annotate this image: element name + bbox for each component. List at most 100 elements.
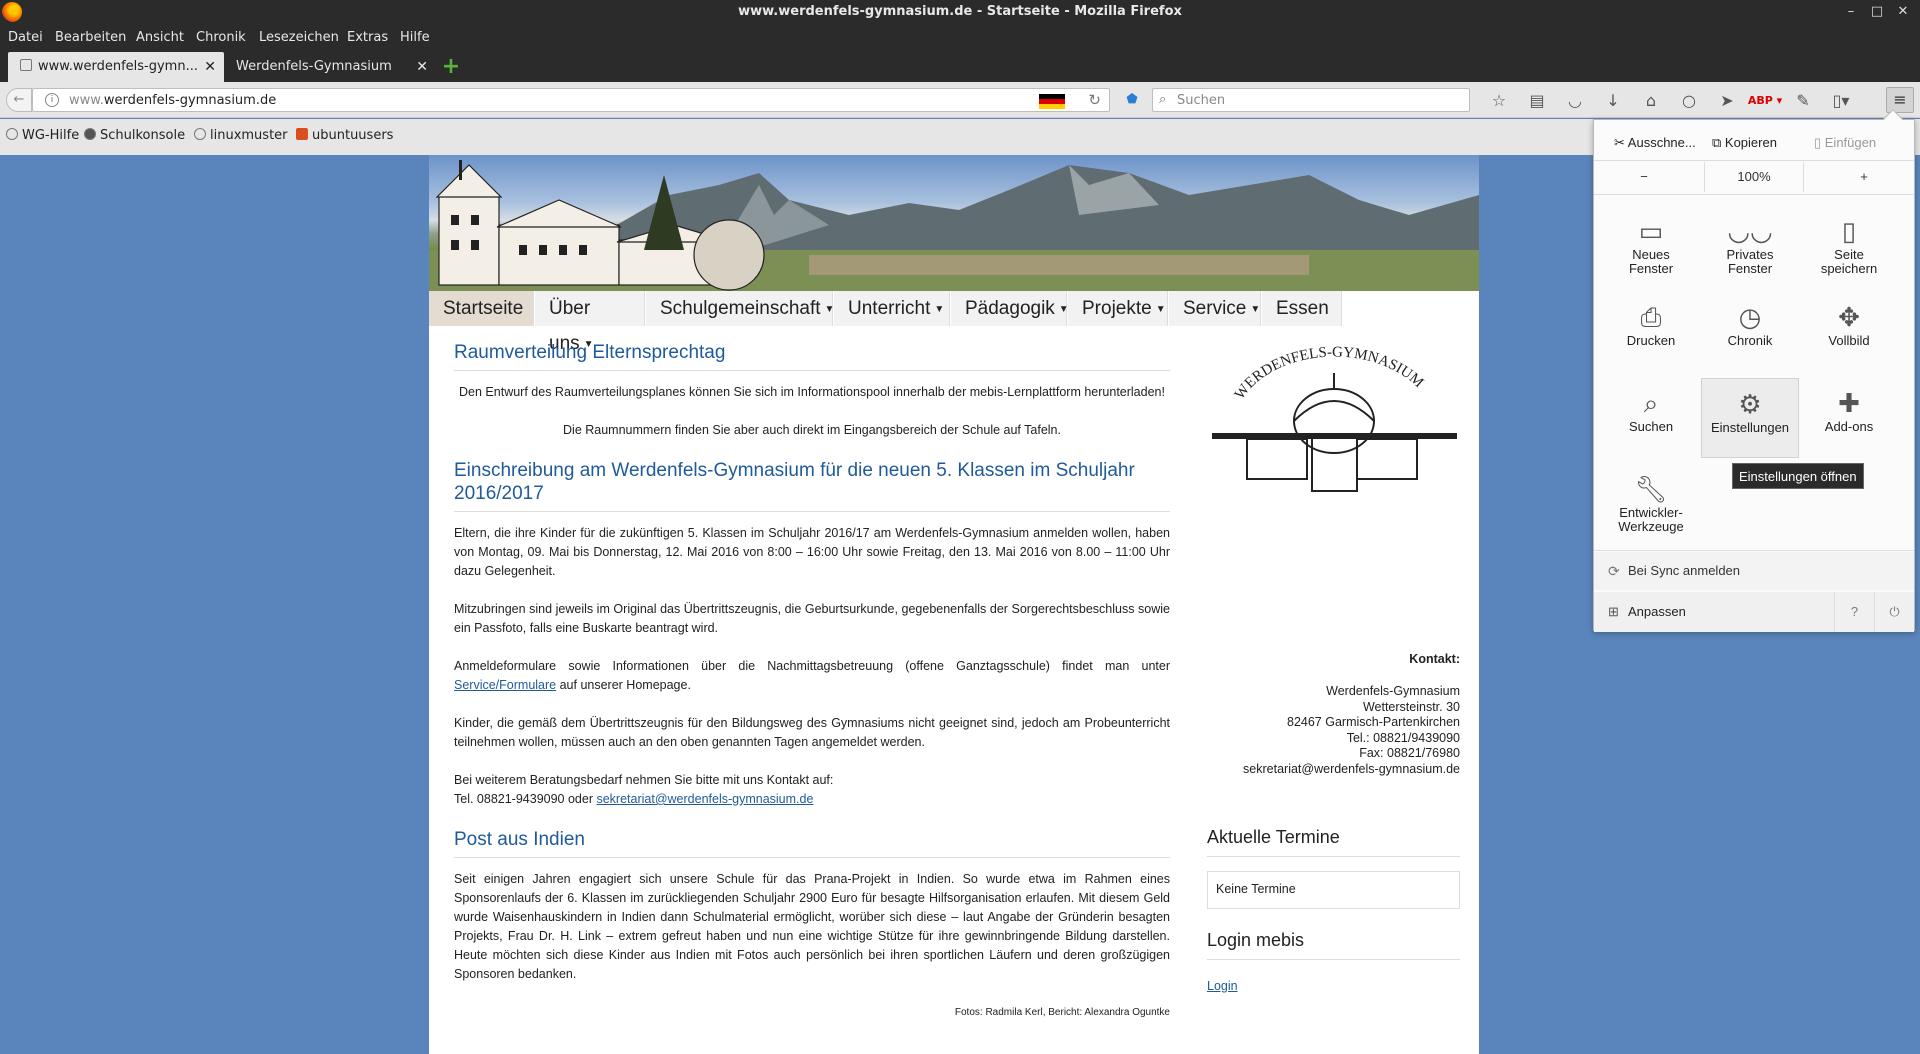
developer-tools-button[interactable]: 🔧︎ Entwickler- Werkzeuge — [1602, 464, 1700, 544]
caret-down-icon: ▼ — [1250, 304, 1261, 315]
preferences-button[interactable]: ⚙ Einstellungen — [1701, 378, 1799, 458]
tab-bar: www.werdenfels-gymn... ✕ Werdenfels-Gymn… — [0, 52, 1920, 82]
nav-service[interactable]: Service ▼ — [1169, 291, 1261, 326]
sync-icon: ⟳ — [1608, 563, 1620, 579]
tab-favicon-icon — [20, 59, 32, 71]
sync-signin-button[interactable]: ⟳ Bei Sync anmelden — [1594, 552, 1914, 590]
bookmark-wg-hilfe[interactable]: WG-Hilfe — [6, 128, 79, 143]
login-link[interactable]: Login — [1207, 979, 1238, 993]
termine-heading: Aktuelle Termine — [1207, 827, 1460, 857]
bookmark-schulkonsole[interactable]: Schulkonsole — [84, 128, 185, 143]
pocket-icon[interactable]: ◡ — [1556, 90, 1594, 112]
clipboard-icon[interactable]: ▯▾ — [1822, 90, 1860, 112]
minimize-button[interactable]: – — [1840, 2, 1862, 22]
menu-datei[interactable]: Datei — [8, 30, 43, 45]
window-titlebar: www.werdenfels-gymnasium.de - Startseite… — [0, 0, 1920, 24]
puzzle-icon: ✚ — [1838, 388, 1860, 418]
star-bookmark-icon[interactable]: ☆ — [1480, 90, 1518, 112]
nav-essen[interactable]: Essen — [1262, 291, 1342, 326]
gear-icon: ⚙ — [1738, 389, 1762, 419]
bookmark-ubuntuusers[interactable]: ubuntuusers — [296, 128, 393, 143]
close-window-button[interactable]: ✕ — [1892, 2, 1914, 22]
reading-list-icon[interactable]: ▤ — [1518, 90, 1556, 112]
find-button[interactable]: ⌕ Suchen — [1602, 378, 1700, 458]
sekretariat-email-link[interactable]: sekretariat@werdenfels-gymnasium.de — [596, 792, 813, 806]
cut-button[interactable]: ✂ Ausschne... — [1614, 128, 1696, 158]
article-title[interactable]: Post aus Indien — [454, 828, 1170, 858]
fullscreen-button[interactable]: ✥ Vollbild — [1800, 292, 1898, 372]
tab-werdenfels-gymnasium[interactable]: Werdenfels-Gymnasium ✕ — [224, 52, 436, 82]
service-formulare-link[interactable]: Service/Formulare — [454, 678, 556, 692]
save-page-button[interactable]: ▯ Seite speichern — [1800, 206, 1898, 286]
history-button[interactable]: ◷ Chronik — [1701, 292, 1799, 372]
menu-ansicht[interactable]: Ansicht — [136, 30, 184, 45]
navigation-toolbar: ← i www.werdenfels-gymnasium.de ↻ ⬟ ⌕ Su… — [0, 82, 1920, 118]
caret-down-icon: ▼ — [934, 304, 945, 315]
close-tab-icon[interactable]: ✕ — [204, 52, 216, 82]
copy-button[interactable]: ⧉ Kopieren — [1712, 128, 1777, 158]
chat-bubble-icon[interactable]: ○ — [1670, 90, 1708, 112]
new-tab-plus-icon[interactable]: + — [440, 56, 462, 78]
search-bar[interactable]: ⌕ Suchen — [1152, 88, 1470, 112]
zoom-out-button[interactable]: − — [1594, 162, 1694, 192]
termine-box: Keine Termine — [1207, 871, 1460, 909]
adblock-icon[interactable]: ABP ▾ — [1746, 90, 1784, 112]
nav-ueber-uns[interactable]: Über uns ▼ — [535, 291, 645, 354]
customize-button[interactable]: Anpassen — [1628, 592, 1686, 632]
url-text[interactable]: www.werdenfels-gymnasium.de — [69, 93, 276, 108]
paste-button[interactable]: ▯ Einfügen — [1814, 128, 1876, 158]
maximize-button[interactable]: □ — [1866, 2, 1888, 22]
history-clock-icon: ◷ — [1738, 302, 1762, 332]
home-icon[interactable]: ⌂ — [1632, 90, 1670, 112]
hamburger-menu-icon[interactable]: ≡ — [1886, 87, 1914, 113]
new-window-button[interactable]: ▭ Neues Fenster — [1602, 206, 1700, 286]
menu-hilfe[interactable]: Hilfe — [400, 30, 430, 45]
article-paragraph: Mitzubringen sind jeweils im Original da… — [454, 602, 1170, 635]
nav-paedagogik[interactable]: Pädagogik ▼ — [951, 291, 1069, 326]
private-mask-icon: ◡◡ — [1727, 216, 1773, 246]
private-window-button[interactable]: ◡◡ Privates Fenster — [1701, 206, 1799, 286]
tab-label: Werdenfels-Gymnasium — [236, 59, 392, 74]
main-content: Raumverteilung Elternsprechtag Den Entwu… — [454, 327, 1170, 1041]
menu-bar: Datei Bearbeiten Ansicht Chronik Lesezei… — [0, 24, 1920, 52]
zoom-reset-button[interactable]: 100% — [1704, 162, 1804, 192]
nav-projekte[interactable]: Projekte ▼ — [1068, 291, 1168, 326]
menu-bearbeiten[interactable]: Bearbeiten — [55, 30, 126, 45]
article-title[interactable]: Einschreibung am Werdenfels-Gymnasium fü… — [454, 459, 1170, 512]
bookmark-linuxmuster[interactable]: linuxmuster — [194, 128, 288, 143]
nav-startseite[interactable]: Startseite — [429, 291, 534, 326]
help-icon[interactable]: ? — [1834, 592, 1874, 632]
customize-plus-icon: ⊞ — [1608, 604, 1619, 619]
firefox-menu-panel: ✂ Ausschne... ⧉ Kopieren ▯ Einfügen − 10… — [1593, 109, 1915, 632]
web-page: Startseite Über uns ▼ Schulgemeinschaft ▼ … — [429, 155, 1479, 1054]
site-info-icon[interactable]: i — [45, 93, 59, 107]
back-arrow-icon[interactable]: ← — [6, 88, 32, 112]
bookmark-sync-icon[interactable]: ⬟ — [1124, 92, 1140, 108]
article-title[interactable]: Raumverteilung Elternsprechtag — [454, 341, 1170, 371]
menu-extras[interactable]: Extras — [347, 30, 388, 45]
article-paragraph: Anmeldeformulare sowie Informationen übe… — [454, 659, 1170, 692]
send-icon[interactable]: ➤ — [1708, 90, 1746, 112]
kontakt-line: 82467 Garmisch-Partenkirchen — [1287, 715, 1460, 729]
zoom-in-button[interactable]: + — [1814, 162, 1914, 192]
addons-button[interactable]: ✚ Add-ons — [1800, 378, 1898, 458]
reload-icon[interactable]: ↻ — [1088, 91, 1101, 109]
kontakt-line: Tel.: 08821/9439090 — [1346, 731, 1460, 745]
article-paragraph: Den Entwurf des Raumverteilungsplanes kö… — [459, 385, 1165, 399]
kontakt-line: Wettersteinstr. 30 — [1362, 700, 1460, 714]
tab-werdenfels-startseite[interactable]: www.werdenfels-gymn... ✕ — [8, 52, 224, 82]
download-icon[interactable]: ↓ — [1594, 90, 1632, 112]
menu-chronik[interactable]: Chronik — [196, 30, 246, 45]
url-bar[interactable]: i www.werdenfels-gymnasium.de ↻ — [32, 88, 1110, 112]
quit-power-icon[interactable]: ⏻ — [1874, 592, 1914, 632]
close-tab-icon[interactable]: ✕ — [416, 52, 428, 82]
extension-icon[interactable]: ✎ — [1784, 90, 1822, 112]
print-button[interactable]: ⎙ Drucken — [1602, 292, 1700, 372]
article-paragraph: Bei weiterem Beratungsbedarf nehmen Sie … — [454, 773, 834, 806]
nav-schulgemeinschaft[interactable]: Schulgemeinschaft ▼ — [646, 291, 834, 326]
wrench-icon: 🔧︎ — [1634, 474, 1668, 504]
nav-unterricht[interactable]: Unterricht ▼ — [834, 291, 950, 326]
german-flag-icon[interactable] — [1039, 94, 1065, 109]
fullscreen-icon: ✥ — [1838, 302, 1860, 332]
menu-lesezeichen[interactable]: Lesezeichen — [259, 30, 339, 45]
